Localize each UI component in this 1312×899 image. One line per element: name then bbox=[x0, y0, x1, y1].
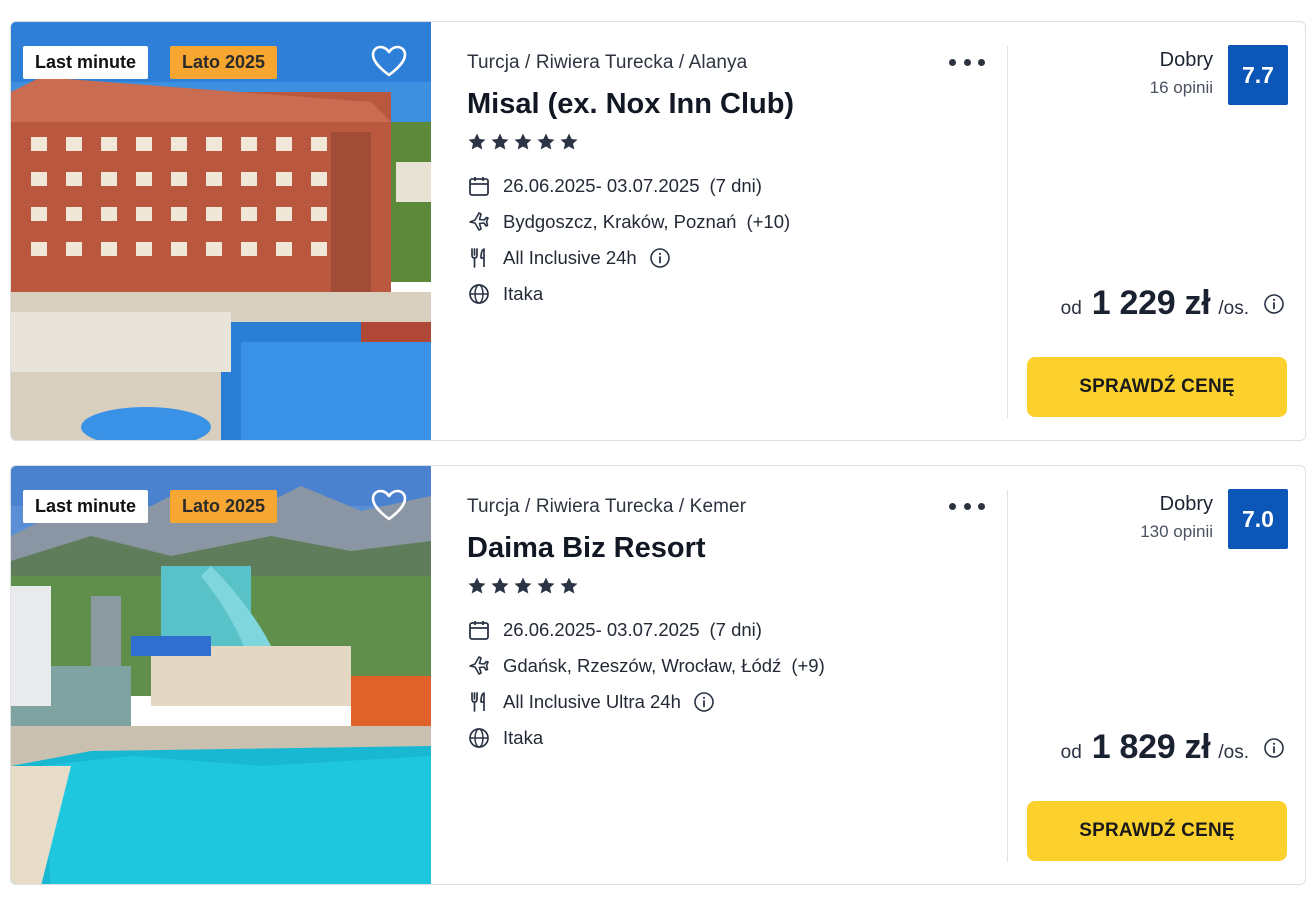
price-prefix: od bbox=[1060, 298, 1082, 319]
info-icon[interactable] bbox=[649, 247, 671, 269]
rating-label: Dobry bbox=[1159, 49, 1213, 71]
board-row: All Inclusive 24h bbox=[467, 244, 671, 272]
check-price-button[interactable]: SPRAWDŹ CENĘ bbox=[1027, 801, 1287, 861]
more-icon[interactable] bbox=[949, 494, 985, 518]
rating-label: Dobry bbox=[1159, 493, 1213, 515]
offer-card[interactable]: Last minute Lato 2025 Turcja / Riwiera T… bbox=[10, 465, 1306, 885]
price-amount: 1 229 zł bbox=[1091, 284, 1211, 322]
dates-row: 26.06.2025- 03.07.2025 (7 dni) bbox=[467, 172, 762, 200]
hotel-photo[interactable] bbox=[11, 466, 431, 884]
breadcrumb[interactable]: Turcja / Riwiera Turecka / Kemer bbox=[467, 496, 746, 518]
season-badge: Lato 2025 bbox=[170, 46, 278, 79]
offer-card[interactable]: Last minute Lato 2025 Turcja / Riwiera T… bbox=[10, 21, 1306, 441]
cutlery-icon bbox=[467, 246, 491, 270]
star-icon bbox=[560, 577, 578, 594]
price: od 1 829 zł /os. bbox=[1061, 728, 1285, 767]
departures-more[interactable]: (+9) bbox=[791, 655, 824, 677]
offer-details: Turcja / Riwiera Turecka / Alanya Misal … bbox=[467, 22, 1007, 440]
score-badge: 7.7 bbox=[1228, 45, 1288, 105]
check-price-button[interactable]: SPRAWDŹ CENĘ bbox=[1027, 357, 1287, 417]
last-minute-badge: Last minute bbox=[23, 490, 149, 523]
star-icon bbox=[491, 577, 509, 594]
price-suffix: /os. bbox=[1218, 298, 1249, 319]
divider bbox=[1007, 490, 1008, 862]
departures-row: Gdańsk, Rzeszów, Wrocław, Łódź (+9) bbox=[467, 652, 825, 680]
departures-text: Gdańsk, Rzeszów, Wrocław, Łódź bbox=[503, 655, 782, 676]
hotel-name[interactable]: Daima Biz Resort bbox=[467, 532, 706, 565]
cutlery-icon bbox=[467, 690, 491, 714]
info-icon[interactable] bbox=[1263, 737, 1285, 759]
heart-icon[interactable] bbox=[371, 488, 407, 524]
calendar-icon bbox=[467, 174, 491, 198]
plane-icon bbox=[467, 654, 491, 678]
info-icon[interactable] bbox=[1263, 293, 1285, 315]
dates-text: 26.06.2025- 03.07.2025 bbox=[503, 619, 700, 640]
price-suffix: /os. bbox=[1218, 742, 1249, 763]
heart-icon[interactable] bbox=[371, 44, 407, 80]
duration-text: (7 dni) bbox=[709, 619, 762, 640]
departures-text: Bydgoszcz, Kraków, Poznań bbox=[503, 211, 737, 232]
operator-text: Itaka bbox=[503, 727, 544, 748]
plane-icon bbox=[467, 210, 491, 234]
board-row: All Inclusive Ultra 24h bbox=[467, 688, 715, 716]
star-icon bbox=[537, 133, 555, 150]
globe-icon bbox=[467, 282, 491, 306]
info-icon[interactable] bbox=[693, 691, 715, 713]
star-icon bbox=[491, 133, 509, 150]
hotel-photo[interactable] bbox=[11, 22, 431, 440]
operator-row: Itaka bbox=[467, 724, 543, 752]
dates-text: 26.06.2025- 03.07.2025 bbox=[503, 175, 700, 196]
star-rating bbox=[467, 576, 579, 596]
price: od 1 229 zł /os. bbox=[1061, 284, 1285, 323]
hotel-name[interactable]: Misal (ex. Nox Inn Club) bbox=[467, 88, 794, 121]
price-prefix: od bbox=[1060, 742, 1082, 763]
reviews-count[interactable]: 130 opinii bbox=[1140, 522, 1213, 542]
reviews-count[interactable]: 16 opinii bbox=[1150, 78, 1213, 98]
star-icon bbox=[468, 133, 486, 150]
price-amount: 1 829 zł bbox=[1091, 728, 1211, 766]
board-text: All Inclusive Ultra 24h bbox=[503, 691, 681, 712]
score-badge: 7.0 bbox=[1228, 489, 1288, 549]
departures-more[interactable]: (+10) bbox=[746, 211, 790, 233]
star-rating bbox=[467, 132, 579, 152]
season-badge: Lato 2025 bbox=[170, 490, 278, 523]
departures-row: Bydgoszcz, Kraków, Poznań (+10) bbox=[467, 208, 790, 236]
calendar-icon bbox=[467, 618, 491, 642]
board-text: All Inclusive 24h bbox=[503, 247, 637, 268]
globe-icon bbox=[467, 726, 491, 750]
offer-details: Turcja / Riwiera Turecka / Kemer Daima B… bbox=[467, 466, 1007, 884]
last-minute-badge: Last minute bbox=[23, 46, 149, 79]
duration-text: (7 dni) bbox=[709, 175, 762, 196]
more-icon[interactable] bbox=[949, 50, 985, 74]
star-icon bbox=[514, 577, 532, 594]
breadcrumb[interactable]: Turcja / Riwiera Turecka / Alanya bbox=[467, 52, 747, 74]
operator-row: Itaka bbox=[467, 280, 543, 308]
star-icon bbox=[537, 577, 555, 594]
star-icon bbox=[468, 577, 486, 594]
star-icon bbox=[560, 133, 578, 150]
dates-row: 26.06.2025- 03.07.2025 (7 dni) bbox=[467, 616, 762, 644]
star-icon bbox=[514, 133, 532, 150]
operator-text: Itaka bbox=[503, 283, 544, 304]
divider bbox=[1007, 46, 1008, 418]
